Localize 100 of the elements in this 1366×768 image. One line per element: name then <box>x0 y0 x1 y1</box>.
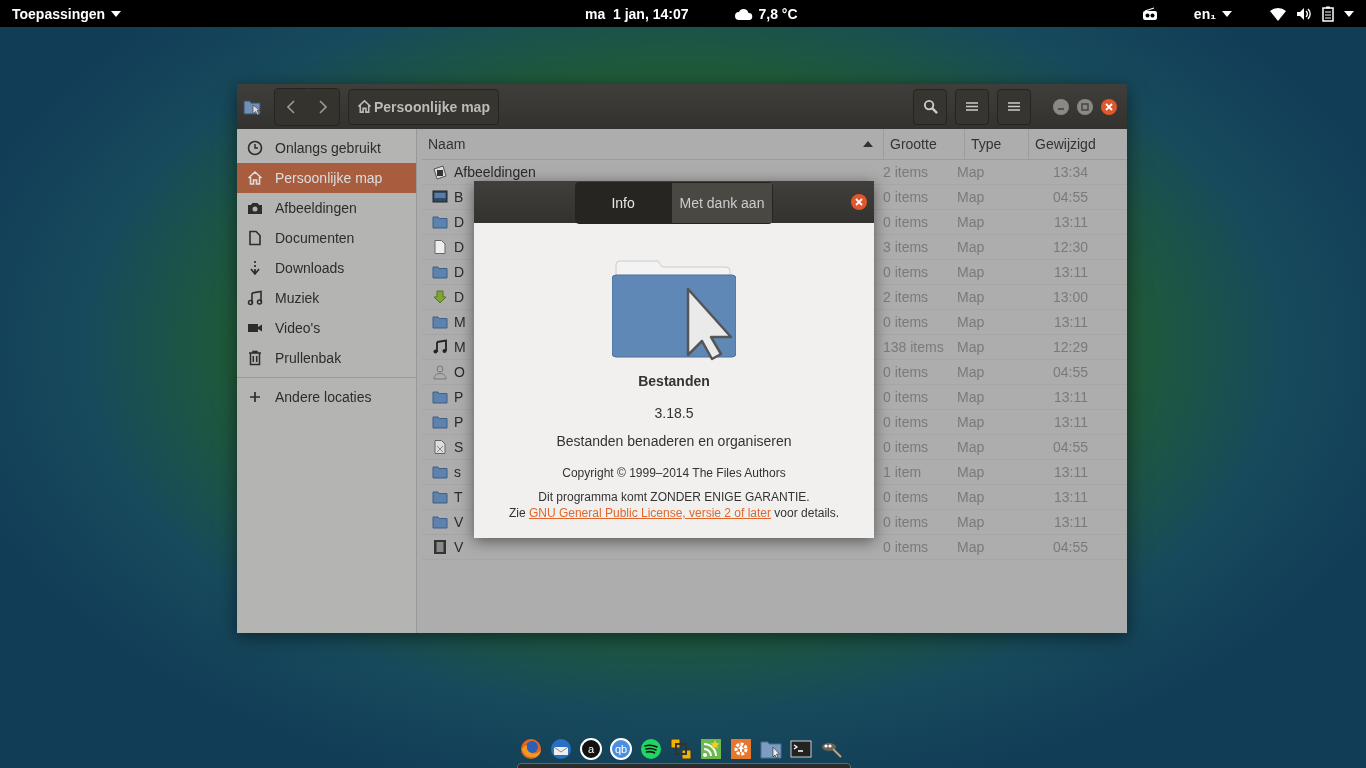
feed-icon[interactable] <box>700 738 722 760</box>
folder-icon <box>432 214 448 230</box>
radio-icon[interactable] <box>1141 6 1158 21</box>
sidebar-item[interactable]: Afbeeldingen <box>237 193 416 223</box>
sidebar-item[interactable]: Prullenbak <box>237 343 416 373</box>
sort-ascending-icon <box>863 141 873 147</box>
file-name[interactable]: D <box>454 214 465 230</box>
volume-icon[interactable] <box>1296 6 1312 21</box>
file-name[interactable]: D <box>454 239 465 255</box>
file-name[interactable]: M <box>454 314 466 330</box>
search-button[interactable] <box>913 88 947 125</box>
folder-icon <box>432 264 448 280</box>
sound-waves-icon[interactable] <box>640 738 662 760</box>
sidebar-item[interactable]: Downloads <box>237 253 416 283</box>
maximize-button[interactable] <box>1077 98 1093 115</box>
close-button[interactable] <box>851 194 867 210</box>
column-header[interactable]: Gewijzigd <box>1029 129 1127 159</box>
squares-icon[interactable] <box>670 738 692 760</box>
folder-icon <box>432 314 448 330</box>
monitor-icon <box>432 189 448 205</box>
column-header[interactable]: Naam <box>422 129 884 159</box>
user-icon <box>432 364 448 380</box>
pictures-folder-icon <box>432 164 448 180</box>
template-icon <box>432 439 448 455</box>
app-icon[interactable]: a <box>580 738 602 760</box>
folder-icon[interactable] <box>760 738 782 760</box>
file-name[interactable]: S <box>454 439 464 455</box>
dialog-tab[interactable]: Met dank aan <box>671 183 773 223</box>
file-name[interactable]: V <box>454 539 464 555</box>
sidebar-item[interactable]: Muziek <box>237 283 416 313</box>
music-note-icon <box>247 290 263 306</box>
sidebar-item[interactable]: Persoonlijke map <box>237 163 416 193</box>
file-manager-icon <box>243 97 261 116</box>
sidebar-item[interactable]: Documenten <box>237 223 416 253</box>
list-icon <box>966 101 978 112</box>
home-icon <box>357 99 372 114</box>
file-name[interactable]: P <box>454 389 464 405</box>
dialog-tab[interactable]: Info <box>575 183 672 223</box>
file-name[interactable]: s <box>454 464 461 480</box>
file-name[interactable]: D <box>454 289 465 305</box>
file-name[interactable]: O <box>454 364 465 380</box>
film-icon <box>432 539 448 555</box>
applications-menu[interactable]: Toepassingen <box>12 5 122 22</box>
sidebar-item[interactable]: Onlangs gebruikt <box>237 133 416 163</box>
warranty-text: Dit programma komt ZONDER ENIGE GARANTIE. <box>538 489 810 505</box>
file-name[interactable]: V <box>454 514 464 530</box>
close-button[interactable] <box>1101 98 1117 115</box>
music-note-icon <box>432 339 448 355</box>
trash-icon <box>247 350 263 366</box>
path-button[interactable]: Persoonlijke map <box>348 88 499 125</box>
caret-icon <box>111 10 122 17</box>
sidebar-item[interactable]: Andere locaties <box>237 382 416 412</box>
menu-button[interactable] <box>997 88 1031 125</box>
wifi-icon[interactable] <box>1270 6 1286 21</box>
clock[interactable]: ma 1 jan, 14:07 <box>585 5 689 22</box>
folder-icon <box>432 464 448 480</box>
home-icon <box>247 170 263 186</box>
close-icon <box>855 198 863 206</box>
copyright-text: Copyright © 1999–2014 The Files Authors <box>562 465 786 481</box>
battery-icon[interactable] <box>1322 5 1334 22</box>
folder-icon <box>432 514 448 530</box>
terminal-icon[interactable] <box>790 738 812 760</box>
file-name[interactable]: M <box>454 339 466 355</box>
file-name[interactable]: B <box>454 189 464 205</box>
folder-icon <box>432 414 448 430</box>
column-header[interactable]: Type <box>965 129 1029 159</box>
file-name[interactable]: P <box>454 414 464 430</box>
plus-icon <box>247 389 263 405</box>
chevron-left-icon <box>287 99 295 114</box>
sidebar-item[interactable]: Video's <box>237 313 416 343</box>
clock-icon <box>247 140 263 156</box>
column-header[interactable]: Grootte <box>884 129 965 159</box>
app-name: Bestanden <box>638 373 710 389</box>
download-icon <box>247 260 263 276</box>
cloud-icon <box>734 7 753 20</box>
keyboard-layout-menu[interactable]: en₁ <box>1193 5 1232 22</box>
maximize-icon <box>1081 102 1089 111</box>
mail-icon[interactable] <box>550 738 572 760</box>
app-description: Bestanden benaderen en organiseren <box>556 433 792 449</box>
file-name[interactable]: T <box>454 489 463 505</box>
folder-icon <box>432 489 448 505</box>
view-list-button[interactable] <box>955 88 989 125</box>
version-text: 3.18.5 <box>654 405 694 421</box>
caret-icon <box>1222 10 1232 17</box>
camera-icon <box>247 200 263 216</box>
search-icon <box>922 99 938 114</box>
close-icon <box>1105 102 1113 111</box>
file-name[interactable]: Afbeeldingen <box>454 164 536 180</box>
download-arrow-icon <box>432 289 448 305</box>
file-name[interactable]: D <box>454 264 465 280</box>
globe-icon[interactable] <box>520 738 542 760</box>
weather-temperature[interactable]: 7,8 °C <box>758 5 798 22</box>
gear-icon[interactable] <box>730 738 752 760</box>
minimize-button[interactable] <box>1053 98 1069 115</box>
caret-icon[interactable] <box>1344 10 1354 17</box>
document-icon <box>247 230 263 246</box>
chevron-right-icon <box>319 99 327 114</box>
menu-icon <box>1008 101 1020 112</box>
license-text: Zie GNU General Public License, versie 2 of later voor details. <box>508 505 840 521</box>
folder-icon <box>432 389 448 405</box>
